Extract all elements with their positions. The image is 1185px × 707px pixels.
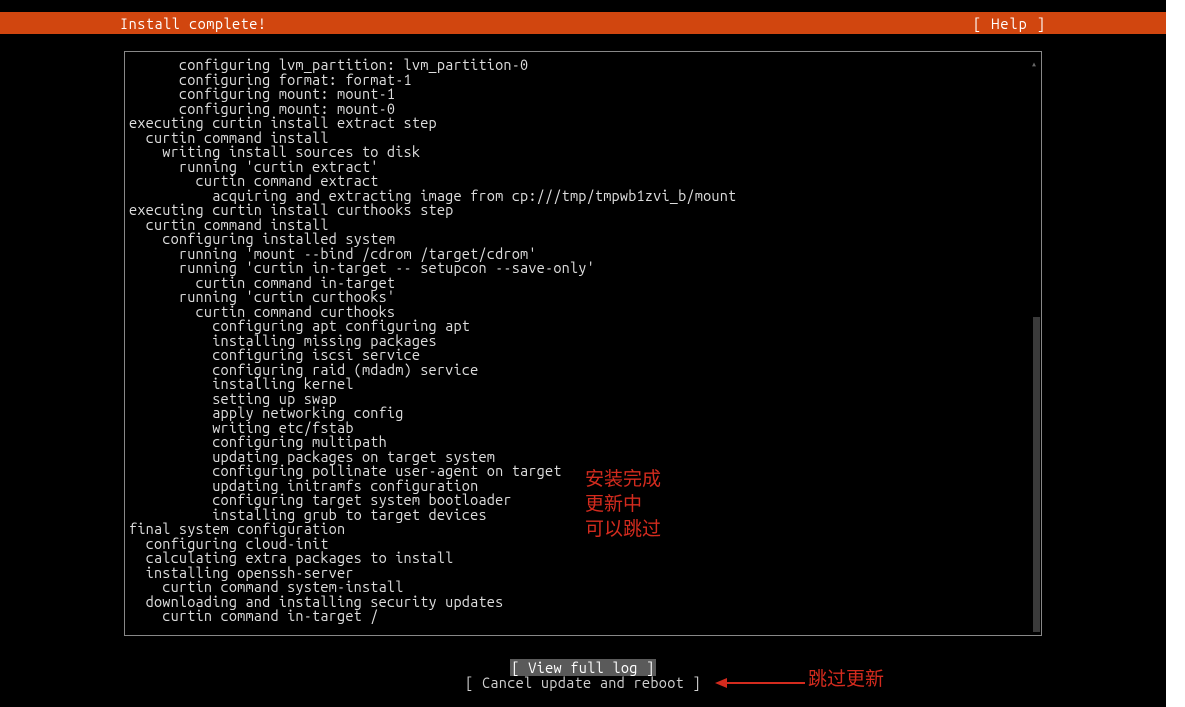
terminal-screen: Install complete! [ Help ] ▴ configuring… xyxy=(0,0,1166,707)
install-status-title: Install complete! xyxy=(120,15,267,32)
annotation-skip-update: 跳过更新 xyxy=(808,667,884,692)
arrow-icon xyxy=(715,676,805,690)
action-buttons-area: [ View full log ] [ Cancel update and re… xyxy=(0,660,1166,690)
scroll-up-icon: ▴ xyxy=(1031,58,1037,70)
annotation-line-3: 可以跳过 xyxy=(585,517,661,542)
install-log-box: ▴ configuring lvm_partition: lvm_partiti… xyxy=(124,51,1042,636)
help-button[interactable]: [ Help ] xyxy=(973,15,1046,32)
scrollbar-track[interactable] xyxy=(1033,317,1040,632)
cancel-update-reboot-button[interactable]: [ Cancel update and reboot ] xyxy=(0,675,1166,690)
header-bar: Install complete! [ Help ] xyxy=(0,12,1166,34)
annotation-line-2: 更新中 xyxy=(585,492,661,517)
annotation-status: 安装完成 更新中 可以跳过 xyxy=(585,467,661,542)
annotation-line-1: 安装完成 xyxy=(585,467,661,492)
